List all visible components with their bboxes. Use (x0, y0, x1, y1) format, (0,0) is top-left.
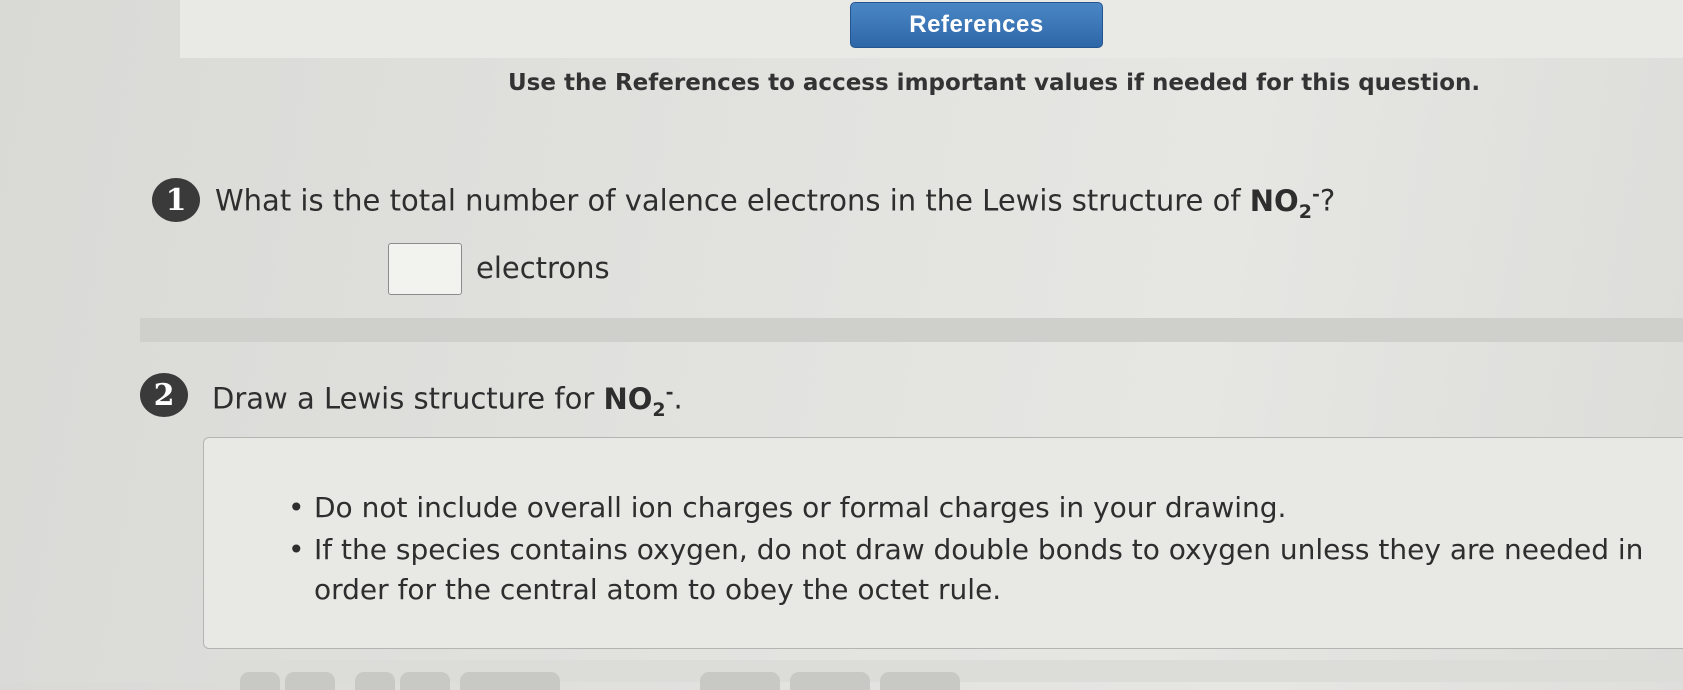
toolbar-tool-icon[interactable] (790, 672, 870, 690)
formula-charge: - (1311, 183, 1320, 205)
question-2-prompt: Draw a Lewis structure for NO2-. (212, 381, 683, 420)
question-1-number-badge: 1 (152, 178, 200, 222)
instruction-bullet: • If the species contains oxygen, do not… (288, 530, 1679, 610)
formula-subscript: 2 (1298, 200, 1312, 223)
formula-base: NO (1249, 183, 1299, 218)
toolbar-tool-icon[interactable] (880, 672, 960, 690)
toolbar-tool-icon[interactable] (700, 672, 780, 690)
toolbar-tool-icon[interactable] (240, 672, 280, 690)
toolbar-tool-icon[interactable] (285, 672, 335, 690)
question-1-mark: ? (1319, 183, 1336, 218)
references-button[interactable]: References (850, 2, 1103, 48)
toolbar-tool-icon[interactable] (400, 672, 450, 690)
bullet-text: Do not include overall ion charges or fo… (314, 491, 1287, 524)
formula-charge: - (665, 381, 674, 403)
question-1-text: What is the total number of valence elec… (215, 183, 1250, 218)
bullet-text: If the species contains oxygen, do not d… (314, 533, 1644, 606)
question-2-number-badge: 2 (140, 373, 188, 417)
bullet-dot: • (288, 533, 305, 566)
question-2-text: Draw a Lewis structure for (212, 381, 604, 416)
toolbar-tool-icon[interactable] (355, 672, 395, 690)
toolbar-tool-icon[interactable] (460, 672, 560, 690)
question-2-period: . (673, 381, 683, 416)
question-divider (140, 318, 1683, 342)
formula-base: NO (603, 381, 653, 416)
question-1-formula: NO2- (1249, 183, 1320, 222)
instruction-bullet: • Do not include overall ion charges or … (288, 488, 1287, 528)
question-1-prompt: What is the total number of valence elec… (215, 183, 1335, 222)
question-2-formula: NO2- (603, 381, 674, 420)
formula-subscript: 2 (652, 398, 666, 421)
bullet-dot: • (288, 491, 305, 524)
electrons-unit-label: electrons (476, 251, 610, 285)
references-instruction: Use the References to access important v… (508, 70, 1481, 96)
valence-electrons-input[interactable] (388, 243, 462, 295)
